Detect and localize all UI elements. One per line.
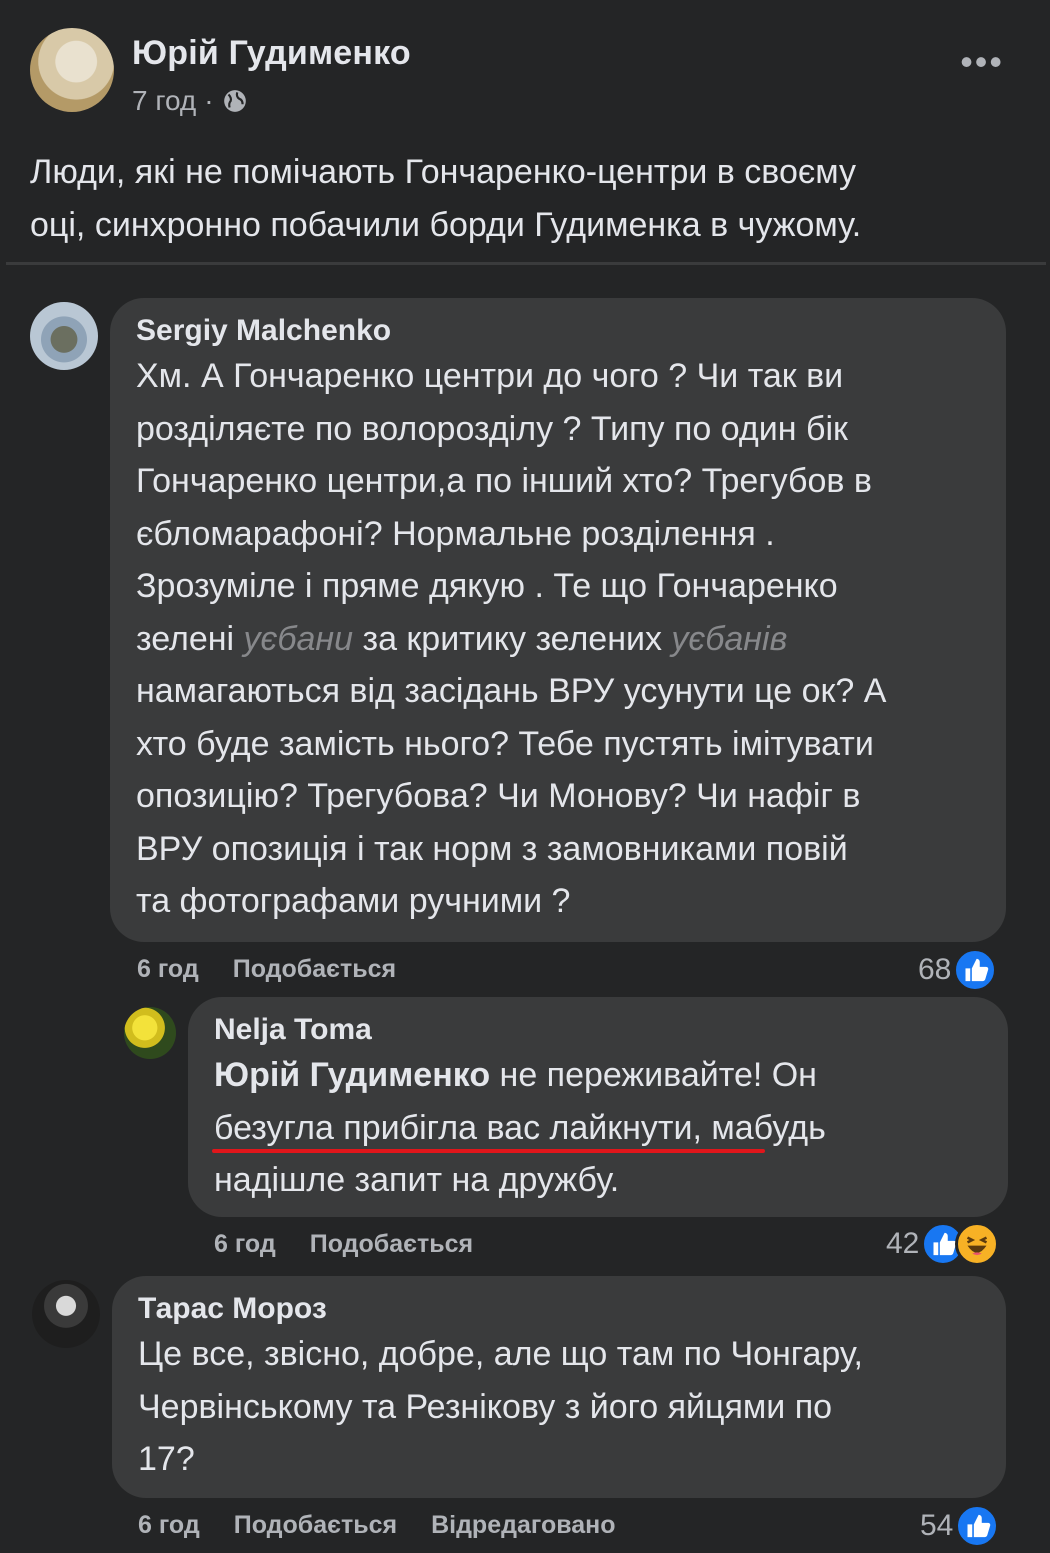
reaction-count: 68 <box>918 953 952 986</box>
comment-sergiy: Sergiy Malchenko Хм. А Гончаренко центри… <box>30 298 1006 942</box>
commenter-name[interactable]: Тарас Мороз <box>138 1290 980 1328</box>
comment-line: опозицію? Трегубова? Чи Монову? Чи нафіг… <box>136 777 861 815</box>
comment-line: надішле запит на дружбу. <box>214 1161 620 1199</box>
divider <box>6 262 1046 265</box>
comment-line: 17? <box>138 1440 195 1478</box>
comment-nelja: Nelja Toma Юрій Гудименко не переживайте… <box>124 997 1008 1217</box>
like-button[interactable]: Подобається <box>310 1230 473 1259</box>
comment-line: зелені уєбани за критику зелених уєбанів <box>136 613 980 666</box>
comment-line: Це все, звісно, добре, але що там по Чон… <box>138 1335 863 1373</box>
like-button[interactable]: Подобається <box>234 1511 397 1540</box>
post-header: Юрій Гудименко 7 год · <box>30 28 411 117</box>
post-text: Люди, які не помічають Гончаренко-центри… <box>30 146 1020 252</box>
comment-line: Червінському та Резнікову з його яйцями … <box>138 1387 833 1426</box>
mention-link[interactable]: Юрій Гудименко <box>214 1056 490 1094</box>
comment-line: розділяєте по волорозділу ? Типу по один… <box>136 409 848 448</box>
post-text-line: Люди, які не помічають Гончаренко-центри… <box>30 153 856 191</box>
edited-label: Відредаговано <box>431 1511 616 1539</box>
reaction-count: 42 <box>886 1227 920 1260</box>
comment-text: Хм. А Гончаренко центри до чого ? Чи так… <box>136 350 980 928</box>
author-avatar[interactable] <box>30 28 114 112</box>
comment-segment: за критику зелених <box>353 619 672 658</box>
globe-icon <box>223 90 246 112</box>
underlined-phrase: безугла прибігла вас лайкнути, <box>214 1108 702 1147</box>
comment-bubble: Sergiy Malchenko Хм. А Гончаренко центри… <box>110 298 1006 942</box>
comment-time[interactable]: 6 год <box>138 1511 200 1540</box>
comment-time[interactable]: 6 год <box>137 955 199 984</box>
comment-segment: мабудь <box>701 1108 826 1147</box>
commenter-avatar[interactable] <box>30 302 98 370</box>
reaction-summary[interactable]: 42 <box>886 1222 1000 1266</box>
commenter-avatar[interactable] <box>124 1007 176 1059</box>
reaction-summary[interactable]: 54 <box>920 1504 1000 1548</box>
meta-separator: · <box>204 85 214 116</box>
obscured-word: уєбанів <box>671 619 788 658</box>
comment-line: Зрозуміле і пряме дякую . Те що Гончарен… <box>136 567 838 605</box>
post-text-line: оці, синхронно побачили борди Гудименка … <box>30 206 862 244</box>
comment-segment: зелені <box>136 619 244 658</box>
comment-line: та фотографами ручними ? <box>136 882 571 920</box>
comment-text: Це все, звісно, добре, але що там по Чон… <box>138 1328 980 1486</box>
comment-line: Гончаренко центри,а по інший хто? Трегуб… <box>136 462 872 500</box>
obscured-word: уєбани <box>243 619 354 658</box>
reaction-count: 54 <box>920 1509 954 1542</box>
comment-text: Юрій Гудименко не переживайте! Он безугл… <box>214 1049 982 1207</box>
commenter-name[interactable]: Sergiy Malchenko <box>136 312 980 350</box>
author-name[interactable]: Юрій Гудименко <box>132 34 411 73</box>
like-button[interactable]: Подобається <box>233 955 396 984</box>
comment-line: хто буде замість нього? Тебе пустять імі… <box>136 724 874 763</box>
comment-line: ВРУ опозиція і так норм з замовниками по… <box>136 829 848 868</box>
like-icon <box>955 1504 1000 1548</box>
like-icon <box>953 948 998 992</box>
comment-line: єбломарафоні? Нормальне розділення . <box>136 514 775 553</box>
comment-actions: 6 год Подобається <box>137 955 430 984</box>
comment-bubble: Nelja Toma Юрій Гудименко не переживайте… <box>188 997 1008 1217</box>
haha-icon <box>955 1222 1000 1266</box>
commenter-name[interactable]: Nelja Toma <box>214 1011 982 1049</box>
comment-bubble: Тарас Мороз Це все, звісно, добре, але щ… <box>112 1276 1006 1498</box>
post-meta: 7 год · <box>132 85 411 117</box>
red-underline <box>212 1149 765 1153</box>
comment-actions: 6 год Подобається <box>214 1230 507 1259</box>
comment-actions: 6 год Подобається Відредаговано <box>138 1511 650 1540</box>
author-block: Юрій Гудименко 7 год · <box>132 34 411 117</box>
comment-taras: Тарас Мороз Це все, звісно, добре, але щ… <box>32 1276 1006 1498</box>
comment-segment: не переживайте! Он <box>490 1056 817 1094</box>
commenter-avatar[interactable] <box>32 1280 100 1348</box>
comment-line: безугла прибігла вас лайкнути, мабудь <box>214 1102 982 1155</box>
comment-time[interactable]: 6 год <box>214 1230 276 1259</box>
post-time[interactable]: 7 год <box>132 85 196 117</box>
more-options-button[interactable]: ••• <box>960 44 1004 80</box>
reaction-summary[interactable]: 68 <box>918 948 998 992</box>
comment-line: Хм. А Гончаренко центри до чого ? Чи так… <box>136 357 844 395</box>
comment-line: Юрій Гудименко не переживайте! Он <box>214 1049 982 1102</box>
comment-line: намагаються від засідань ВРУ усунути це … <box>136 672 887 710</box>
